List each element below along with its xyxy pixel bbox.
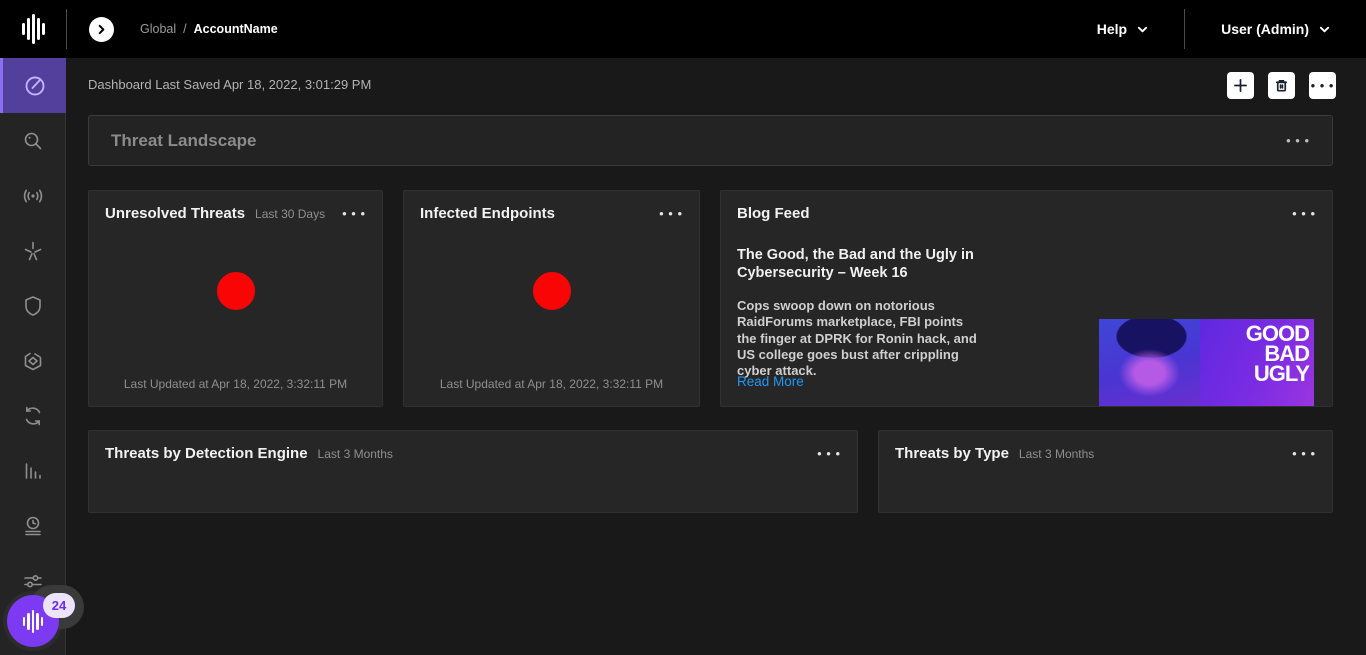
section-threat-landscape: Threat Landscape — [88, 115, 1333, 166]
sidebar-item-packages[interactable] — [0, 333, 66, 388]
sensors-icon — [21, 184, 45, 208]
widget-infected-endpoints: Infected Endpoints Last Updated at Apr 1… — [403, 190, 700, 407]
packages-icon — [21, 349, 45, 373]
brand-logo — [0, 12, 66, 46]
chevron-down-icon — [1319, 24, 1330, 35]
scope-expand-button[interactable] — [89, 17, 114, 42]
blog-post-title[interactable]: The Good, the Bad and the Ugly in Cybers… — [737, 246, 987, 282]
user-label: User (Admin) — [1221, 21, 1309, 37]
widget-title: Infected Endpoints — [420, 205, 555, 222]
section-title: Threat Landscape — [111, 131, 257, 151]
sidebar-item-visibility[interactable] — [0, 223, 66, 278]
sidebar-item-protection[interactable] — [0, 278, 66, 333]
widget-threats-by-type: Threats by Type Last 3 Months — [878, 430, 1333, 513]
topbar-right: Help User (Admin) — [1061, 0, 1366, 58]
widget-subtitle: Last 3 Months — [318, 447, 393, 461]
unresolved-threats-donut-chart[interactable] — [217, 272, 255, 310]
shield-icon — [21, 294, 45, 318]
plus-icon — [1233, 78, 1248, 93]
dashboard-last-saved-text: Dashboard Last Saved Apr 18, 2022, 3:01:… — [88, 77, 371, 92]
blog-post-thumbnail[interactable]: GOOD BAD UGLY — [1099, 319, 1314, 406]
widget-title: Threats by Type — [895, 445, 1009, 462]
sidebar-nav — [0, 58, 66, 655]
widget-last-updated: Last Updated at Apr 18, 2022, 3:32:11 PM — [89, 377, 382, 391]
chevron-down-icon — [1137, 24, 1148, 35]
help-menu[interactable]: Help — [1061, 0, 1184, 58]
sentinelone-logo-icon — [22, 12, 45, 46]
widget-header: Blog Feed — [721, 191, 1332, 223]
widget-subtitle: Last 3 Months — [1019, 447, 1094, 461]
widget-blog-feed: Blog Feed The Good, the Bad and the Ugly… — [720, 190, 1333, 407]
activity-icon — [21, 514, 45, 538]
sidebar-item-search[interactable] — [0, 113, 66, 168]
breadcrumb: Global / AccountName — [140, 22, 278, 36]
breadcrumb-global[interactable]: Global — [140, 22, 176, 36]
visibility-icon — [21, 239, 45, 263]
sentinelone-logo-icon — [23, 608, 44, 634]
help-label: Help — [1097, 21, 1127, 37]
widget-more-options-icon[interactable] — [1292, 445, 1316, 463]
sync-icon — [21, 404, 45, 428]
breadcrumb-separator: / — [183, 22, 186, 36]
widget-subtitle: Last 30 Days — [255, 207, 325, 221]
search-icon — [21, 129, 45, 153]
blog-thumbnail-photo — [1099, 319, 1200, 406]
chevron-right-icon — [96, 24, 107, 35]
more-options-button[interactable] — [1309, 72, 1336, 99]
user-menu[interactable]: User (Admin) — [1185, 0, 1366, 58]
add-widget-button[interactable] — [1227, 72, 1254, 99]
reports-icon — [21, 459, 45, 483]
widget-more-options-icon[interactable] — [342, 205, 366, 223]
top-bar: Global / AccountName Help User (Admin) — [0, 0, 1366, 58]
delete-dashboard-button[interactable] — [1268, 72, 1295, 99]
widget-header: Threats by Type Last 3 Months — [879, 431, 1332, 463]
widget-threats-by-detection-engine: Threats by Detection Engine Last 3 Month… — [88, 430, 858, 513]
ellipsis-icon — [1311, 78, 1335, 93]
infected-endpoints-donut-chart[interactable] — [533, 272, 571, 310]
notifications-count-badge: 24 — [43, 593, 75, 618]
section-more-options-icon[interactable] — [1286, 132, 1310, 150]
sidebar-item-updates[interactable] — [0, 388, 66, 443]
sidebar-item-dashboard[interactable] — [0, 58, 66, 113]
widget-unresolved-threats: Unresolved Threats Last 30 Days Last Upd… — [88, 190, 383, 407]
blog-post-excerpt: Cops swoop down on notorious RaidForums … — [737, 298, 983, 379]
widget-last-updated: Last Updated at Apr 18, 2022, 3:32:11 PM — [404, 377, 699, 391]
trash-icon — [1274, 78, 1289, 93]
topbar-divider — [66, 9, 67, 49]
widget-header: Threats by Detection Engine Last 3 Month… — [89, 431, 857, 463]
sidebar-item-activity[interactable] — [0, 498, 66, 553]
widget-title: Unresolved Threats — [105, 205, 245, 222]
widget-header: Infected Endpoints — [404, 191, 699, 223]
widget-more-options-icon[interactable] — [817, 445, 841, 463]
widget-title: Threats by Detection Engine — [105, 445, 308, 462]
widget-more-options-icon[interactable] — [1292, 205, 1316, 223]
breadcrumb-account[interactable]: AccountName — [194, 22, 278, 36]
widget-header: Unresolved Threats Last 30 Days — [89, 191, 382, 223]
widget-title: Blog Feed — [737, 205, 810, 222]
blog-thumbnail-text: GOOD BAD UGLY — [1200, 319, 1314, 406]
app-window: Global / AccountName Help User (Admin) — [0, 0, 1366, 655]
dashboard-actions — [1227, 72, 1336, 99]
widget-more-options-icon[interactable] — [659, 205, 683, 223]
read-more-link[interactable]: Read More — [737, 374, 804, 389]
dashboard-icon — [23, 74, 47, 98]
sidebar-item-sensors[interactable] — [0, 168, 66, 223]
sidebar-item-reports[interactable] — [0, 443, 66, 498]
